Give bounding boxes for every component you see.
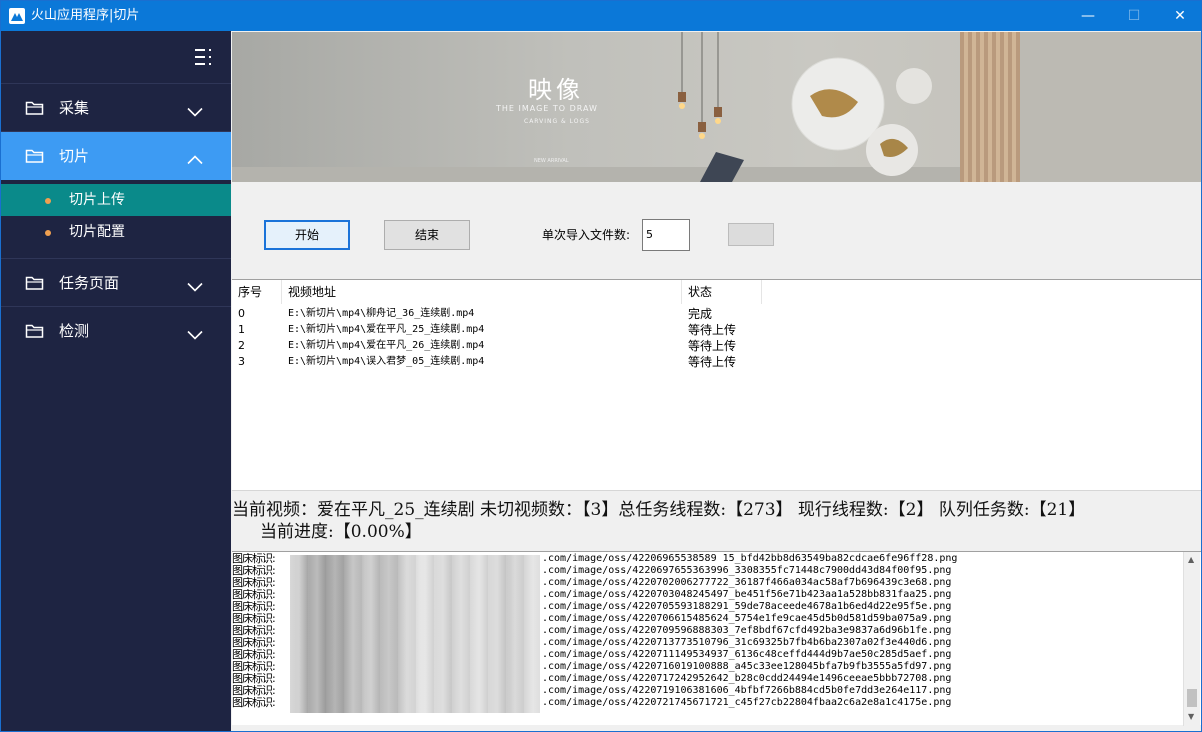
title-bar: 火山应用程序|切片 — ☐ ✕ xyxy=(1,1,1201,31)
sidebar-item-caiji[interactable]: 采集 xyxy=(1,84,231,132)
cell-path: E:\新切片\mp4\爱在平凡_25_连续剧.mp4 xyxy=(288,324,485,335)
app-logo-icon xyxy=(9,8,25,24)
start-button[interactable]: 开始 xyxy=(264,220,350,250)
table-header: 序号 视频地址 状态 xyxy=(232,280,1201,304)
chevron-up-icon xyxy=(187,150,203,165)
sidebar-item-task-page[interactable]: 任务页面 xyxy=(1,259,231,307)
cell-index: 2 xyxy=(238,339,245,352)
progress-status: 当前视频：爱在平凡_25_连续剧 未切视频数：【3】总任务线程数:【273】 现… xyxy=(232,498,1201,546)
cell-status: 等待上传 xyxy=(688,323,737,337)
import-count-input[interactable]: 5 xyxy=(642,219,690,251)
blank-button[interactable] xyxy=(728,223,774,246)
minimize-button[interactable]: — xyxy=(1065,1,1111,31)
cell-status: 等待上传 xyxy=(688,355,737,369)
table-row[interactable]: 0 E:\新切片\mp4\柳舟记_36_连续剧.mp4 完成 xyxy=(232,306,1201,322)
folder-icon xyxy=(25,323,45,339)
sidebar-item-label: 检测 xyxy=(59,322,90,340)
bullet-dot-icon xyxy=(45,198,51,204)
log-scrollbar[interactable]: ▲ ▼ xyxy=(1183,552,1200,726)
import-count-label: 单次导入文件数: xyxy=(542,228,631,242)
menu-grid-icon[interactable] xyxy=(193,47,215,67)
scroll-thumb[interactable] xyxy=(1187,689,1197,707)
column-header-index[interactable]: 序号 xyxy=(232,280,282,304)
app-window: 火山应用程序|切片 — ☐ ✕ 采集 切片 切片上传 切片配置 任务页面 检测 … xyxy=(0,0,1202,732)
status-line-1: 当前视频：爱在平凡_25_连续剧 未切视频数：【3】总任务线程数:【273】 现… xyxy=(232,500,1086,520)
cell-path: E:\新切片\mp4\柳舟记_36_连续剧.mp4 xyxy=(288,308,475,319)
cell-path: E:\新切片\mp4\爱在平凡_26_连续剧.mp4 xyxy=(288,340,485,351)
chevron-down-icon xyxy=(187,277,203,292)
table-row[interactable]: 3 E:\新切片\mp4\误入君梦_05_连续剧.mp4 等待上传 xyxy=(232,354,1201,370)
chevron-down-icon xyxy=(187,325,203,340)
cell-path: E:\新切片\mp4\误入君梦_05_连续剧.mp4 xyxy=(288,356,485,367)
sidebar-item-label: 采集 xyxy=(59,99,90,117)
folder-icon xyxy=(25,100,45,116)
table-row[interactable]: 2 E:\新切片\mp4\爱在平凡_26_连续剧.mp4 等待上传 xyxy=(232,338,1201,354)
window-title: 火山应用程序|切片 xyxy=(31,8,140,23)
cell-index: 1 xyxy=(238,323,245,336)
upload-log[interactable]: 图床标识: .com/image/oss/42206965538589 15_bf… xyxy=(232,551,1201,725)
banner-decor-graphic xyxy=(678,32,932,182)
cell-status: 完成 xyxy=(688,307,713,321)
sidebar-subitem-label: 切片上传 xyxy=(69,192,125,208)
sidebar-item-qiepian[interactable]: 切片 xyxy=(1,132,231,180)
sidebar: 采集 切片 切片上传 切片配置 任务页面 检测 xyxy=(1,31,231,731)
banner-tagline-3: NEW ARRIVAL xyxy=(534,158,569,164)
chevron-down-icon xyxy=(187,102,203,117)
redacted-url-block xyxy=(290,555,540,713)
sidebar-item-check[interactable]: 检测 xyxy=(1,307,231,355)
sidebar-subitem-label: 切片配置 xyxy=(69,224,125,240)
folder-icon xyxy=(25,148,45,164)
maximize-button[interactable]: ☐ xyxy=(1111,1,1157,31)
column-header-path[interactable]: 视频地址 xyxy=(282,280,682,304)
bullet-dot-icon xyxy=(45,230,51,236)
end-button[interactable]: 结束 xyxy=(384,220,470,250)
banner-tagline: THE IMAGE TO DRAW xyxy=(496,104,598,113)
banner-tagline-2: CARVING & LOGS xyxy=(524,118,590,125)
banner-brand: 映像 xyxy=(528,76,584,104)
banner-image: 映像 THE IMAGE TO DRAW CARVING & LOGS NEW … xyxy=(232,32,1201,182)
cell-index: 3 xyxy=(238,355,245,368)
cell-index: 0 xyxy=(238,307,245,320)
status-line-2: 当前进度:【0.00%】 xyxy=(260,522,422,542)
video-list-table[interactable]: 序号 视频地址 状态 0 E:\新切片\mp4\柳舟记_36_连续剧.mp4 完… xyxy=(232,279,1201,491)
table-row[interactable]: 1 E:\新切片\mp4\爱在平凡_25_连续剧.mp4 等待上传 xyxy=(232,322,1201,338)
sidebar-subitem-config[interactable]: 切片配置 xyxy=(1,216,231,248)
folder-icon xyxy=(25,275,45,291)
sidebar-item-label: 任务页面 xyxy=(59,274,120,292)
scroll-down-icon[interactable]: ▼ xyxy=(1188,712,1194,721)
column-header-status[interactable]: 状态 xyxy=(682,280,762,304)
close-button[interactable]: ✕ xyxy=(1157,1,1202,31)
sidebar-item-label: 切片 xyxy=(59,147,90,165)
cell-status: 等待上传 xyxy=(688,339,737,353)
scroll-up-icon[interactable]: ▲ xyxy=(1188,555,1194,564)
sidebar-subitem-upload[interactable]: 切片上传 xyxy=(1,184,231,216)
